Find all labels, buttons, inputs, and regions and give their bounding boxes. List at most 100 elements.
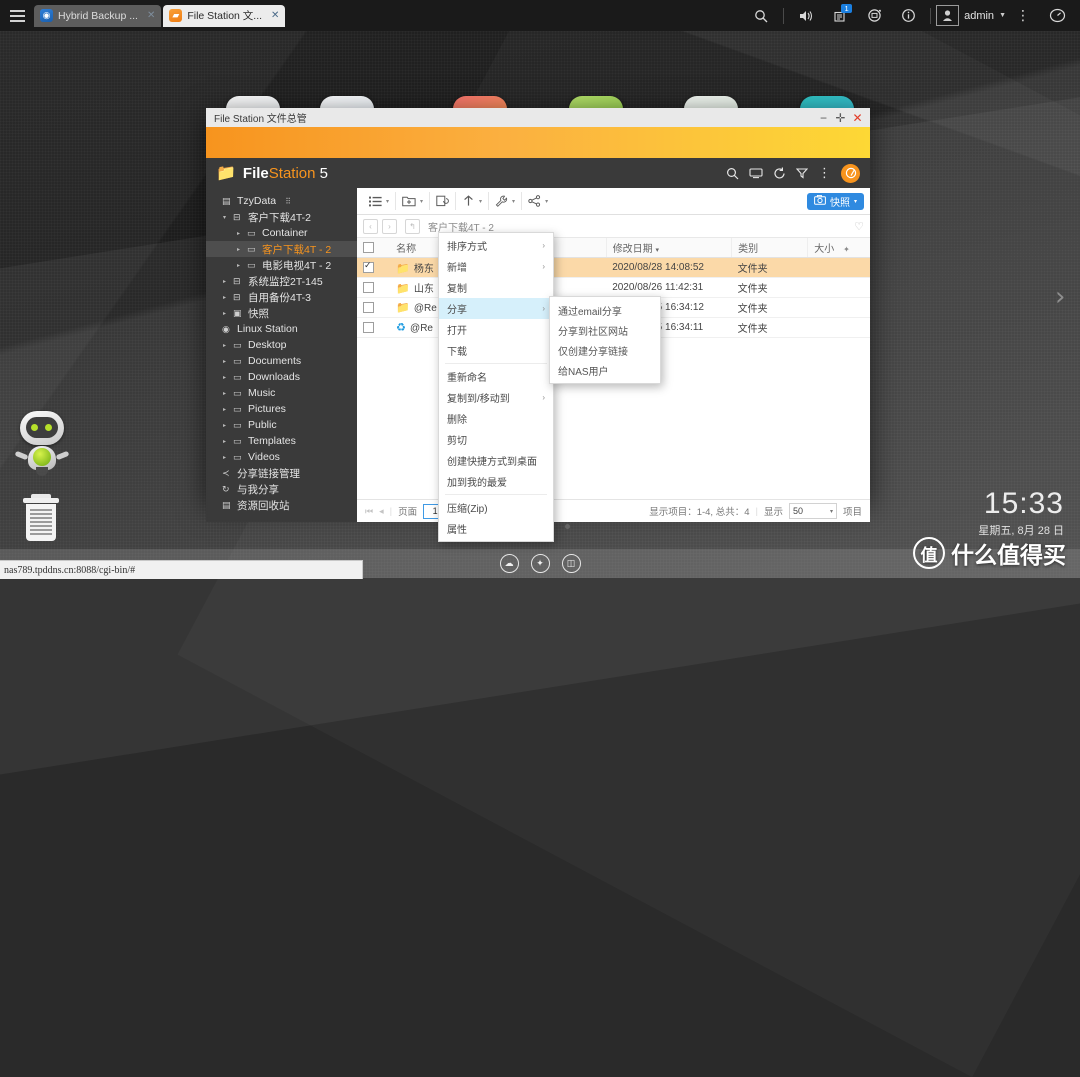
context-menu-item-6[interactable]: 重新命名 [439, 366, 553, 387]
close-button[interactable]: ✕ [849, 109, 866, 126]
prev-page-button[interactable]: ◂ [379, 506, 384, 517]
tab-close-icon[interactable]: ✕ [271, 10, 279, 21]
context-menu-item-3[interactable]: 分享 › [439, 298, 553, 319]
chevron-right-icon[interactable]: ▸ [223, 294, 229, 301]
context-menu-item-9[interactable]: 剪切 [439, 429, 553, 450]
page-dot-3[interactable] [564, 524, 570, 529]
sidebar-item-15[interactable]: ▸ ▭ Templates [206, 433, 357, 449]
info-icon[interactable] [891, 0, 925, 31]
sidebar-item-0[interactable]: ▤ TzyData ⠿ [206, 193, 357, 209]
refresh-icon[interactable] [773, 167, 786, 180]
forward-button[interactable]: › [382, 218, 397, 234]
column-header-size[interactable]: 大小 ✦ [807, 238, 870, 258]
view-mode-button[interactable]: ▾ [369, 196, 389, 207]
heart-icon[interactable]: ♡ [854, 220, 864, 233]
sidebar-item-17[interactable]: ≺ 分享链接管理 [206, 465, 357, 481]
create-folder-button[interactable]: ▾ [402, 195, 423, 207]
table-row[interactable]: 📁 山东 2020/08/26 11:42:31 文件夹 [357, 277, 870, 298]
context-menu-item-8[interactable]: 删除 [439, 408, 553, 429]
back-button[interactable]: ‹ [363, 218, 378, 234]
tools-icon[interactable]: ✦ [530, 554, 550, 573]
chevron-right-icon[interactable]: ▸ [223, 358, 229, 365]
tools-button[interactable]: ▾ [495, 195, 515, 207]
page-size-select[interactable]: 50 ▾ [788, 503, 837, 519]
share-submenu-item-0[interactable]: 通过email分享 [550, 300, 660, 320]
context-menu[interactable]: 排序方式 › 新增 › 复制 分享 › 打开 下载 重新命名 复制到/移动到 › 删除 剪切 创建快捷方式到… [438, 232, 554, 542]
context-menu-item-11[interactable]: 加到我的最爱 [439, 471, 553, 492]
maximize-button[interactable]: ✛ [832, 109, 849, 126]
window-titlebar[interactable]: File Station 文件总管 − ✛ ✕ [206, 108, 870, 127]
upload-button[interactable]: ▾ [462, 195, 482, 207]
help-icon[interactable] [841, 163, 860, 183]
chevron-right-icon[interactable]: ▸ [223, 406, 229, 413]
chevron-right-icon[interactable]: ▸ [223, 310, 229, 317]
copy-button[interactable] [436, 195, 449, 207]
row-select-cell[interactable] [357, 277, 391, 298]
sidebar-item-19[interactable]: ▤ 资源回收站 [206, 497, 357, 513]
filter-icon[interactable] [796, 167, 808, 179]
sidebar-item-5[interactable]: ▸ ⊟ 系统监控2T-145 [206, 273, 357, 289]
row-select-cell[interactable] [357, 257, 391, 278]
column-header-date[interactable]: 修改日期 ▾ [606, 238, 733, 258]
chevron-right-icon[interactable]: ▸ [223, 422, 229, 429]
context-menu-item-0[interactable]: 排序方式 › [439, 235, 553, 256]
volume-icon[interactable] [789, 0, 823, 31]
context-menu-item-4[interactable]: 打开 [439, 319, 553, 340]
select-all-header[interactable] [357, 238, 391, 258]
share-submenu-item-3[interactable]: 给NAS用户 [550, 360, 660, 380]
context-menu-item-12[interactable]: 压缩(Zip) [439, 497, 553, 518]
search-icon[interactable] [726, 167, 739, 180]
tab-file-station[interactable]: ▰ File Station 文... ✕ [163, 4, 286, 27]
column-header-type[interactable]: 类别 [731, 238, 809, 258]
context-menu-item-5[interactable]: 下载 [439, 340, 553, 361]
share-submenu-item-1[interactable]: 分享到社区网站 [550, 320, 660, 340]
chevron-down-icon[interactable]: ▾ [223, 214, 229, 221]
sidebar-item-6[interactable]: ▸ ⊟ 自用备份4T-3 [206, 289, 357, 305]
up-button[interactable]: ↰ [405, 218, 420, 234]
sidebar-item-13[interactable]: ▸ ▭ Pictures [206, 401, 357, 417]
share-button[interactable]: ▾ [528, 195, 548, 207]
context-menu-item-2[interactable]: 复制 [439, 277, 553, 298]
tab-hybrid-backup[interactable]: ◉ Hybrid Backup ... ✕ [34, 4, 162, 27]
resource-monitor-icon[interactable]: ◫ [561, 554, 581, 573]
chevron-right-icon[interactable]: ▸ [223, 454, 229, 461]
sidebar-item-4[interactable]: ▸ ▭ 电影电视4T - 2 [206, 257, 357, 273]
more-vertical-icon[interactable]: ⋮ [1006, 0, 1040, 31]
columns-settings-icon[interactable]: ✦ [843, 245, 850, 254]
sidebar-item-2[interactable]: ▸ ▭ Container [206, 225, 357, 241]
row-select-cell[interactable] [357, 297, 391, 318]
table-row[interactable]: 📁杨东 2020/08/28 14:08:52文件夹 [357, 257, 870, 278]
chevron-right-icon[interactable]: ▸ [223, 390, 229, 397]
chevron-right-icon[interactable]: ▸ [223, 278, 229, 285]
search-icon[interactable] [744, 0, 778, 31]
chevron-right-icon[interactable]: ▸ [223, 342, 229, 349]
context-menu-item-13[interactable]: 属性 [439, 518, 553, 539]
sidebar-item-10[interactable]: ▸ ▭ Documents [206, 353, 357, 369]
row-checkbox[interactable] [363, 321, 374, 333]
sidebar-item-16[interactable]: ▸ ▭ Videos [206, 449, 357, 465]
chevron-right-icon[interactable]: ▸ [223, 438, 229, 445]
more-options-icon[interactable]: ⋮ [818, 165, 831, 181]
minimize-button[interactable]: − [815, 109, 832, 126]
first-page-button[interactable]: ⏮ [365, 506, 373, 517]
dashboard-icon[interactable] [1040, 0, 1074, 31]
row-checkbox[interactable] [363, 281, 374, 293]
sidebar-item-1[interactable]: ▾ ⊟ 客户下载4T-2 [206, 209, 357, 225]
tab-close-icon[interactable]: ✕ [147, 10, 155, 21]
user-menu[interactable]: admin ▼ [936, 5, 1006, 26]
context-submenu-share[interactable]: 通过email分享 分享到社区网站 仅创建分享链接 给NAS用户 [549, 296, 661, 384]
robot-mascot-icon[interactable] [6, 407, 78, 485]
sidebar-item-9[interactable]: ▸ ▭ Desktop [206, 337, 357, 353]
sidebar-item-12[interactable]: ▸ ▭ Music [206, 385, 357, 401]
row-select-cell[interactable] [357, 317, 391, 338]
recycle-bin-desktop-icon[interactable] [6, 492, 78, 548]
notifications-icon[interactable]: 1 [823, 0, 857, 31]
remote-connection-icon[interactable] [749, 167, 763, 179]
chevron-right-icon[interactable]: ▸ [237, 262, 243, 269]
select-all-checkbox[interactable] [363, 241, 374, 253]
sidebar-item-3[interactable]: ▸ ▭ 客户下载4T - 2 [206, 241, 357, 257]
context-menu-item-1[interactable]: 新增 › [439, 256, 553, 277]
qsync-icon[interactable]: ☁ [499, 554, 519, 573]
context-menu-item-7[interactable]: 复制到/移动到 › [439, 387, 553, 408]
file-station-sidebar[interactable]: ▤ TzyData ⠿ ▾ ⊟ 客户下载4T-2 ▸ ▭ Container ▸ ▭ 客户下载4T -… [206, 188, 357, 522]
